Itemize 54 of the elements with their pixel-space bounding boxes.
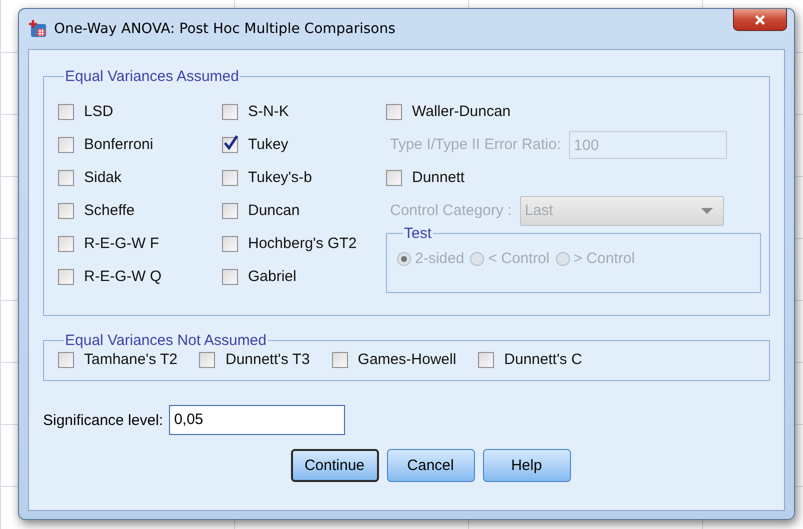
checkbox[interactable] [58,136,74,152]
checkbox[interactable] [222,202,238,218]
close-button[interactable] [733,9,787,31]
checkbox[interactable] [58,236,74,252]
input-field[interactable]: 0,05 [169,405,346,435]
checkbox-label: Sidak [84,169,122,186]
checkbox[interactable] [58,268,74,284]
checkbox[interactable] [58,352,74,368]
checkbox[interactable] [58,202,74,218]
checkbox-label: Tukey [248,136,288,153]
checkbox-label: Games-Howell [358,351,456,368]
checkbox[interactable] [222,268,238,284]
checkbox-label: Bonferroni [84,136,154,153]
checkbox[interactable] [199,352,216,368]
field-label: Significance level: [43,412,164,428]
dialog-button[interactable]: Help [482,449,570,482]
window-title: One-Way ANOVA: Post Hoc Multiple Comparisons [54,21,396,37]
checkbox-label: Dunnett [412,169,465,186]
radio-label: 2-sided [415,250,464,267]
checkbox[interactable] [332,352,348,368]
checkbox-label: Dunnett's T3 [225,351,310,368]
app-icon [28,19,48,39]
checkbox-label: Dunnett's C [504,351,582,368]
group-title: Equal Variances Not Assumed [64,332,268,349]
checkbox[interactable] [58,170,74,186]
dialog-button[interactable]: Cancel [386,449,474,482]
radio-label: < Control [488,250,550,267]
dialog-button[interactable]: Continue [290,449,378,482]
checkbox-label: R-E-G-W Q [84,268,162,285]
checkbox-label: Tamhane's T2 [84,351,178,368]
checkbox-label: Tukey's-b [248,169,312,186]
checkbox-label: LSD [84,103,114,120]
checkbox-label: Hochberg's GT2 [248,235,357,252]
radio-label: > Control [574,250,635,267]
group-title: Equal Variances Assumed [64,68,240,85]
checkbox[interactable] [222,236,238,252]
close-icon [754,14,766,24]
checkbox[interactable] [386,170,402,186]
checkbox-label: Gabriel [248,268,296,285]
field-label: Control Category : [390,202,512,219]
checkbox[interactable] [222,104,238,120]
checkbox-label: Waller-Duncan [412,103,511,120]
group-title: Test [403,225,433,242]
checkbox-label: R-E-G-W F [84,235,159,252]
checkbox-label: S-N-K [248,103,289,120]
field-label: Type I/Type II Error Ratio: [390,136,561,153]
checkbox[interactable] [386,104,402,120]
checkbox-label: Duncan [248,202,300,219]
checkbox-label: Scheffe [84,202,135,219]
checkbox[interactable] [58,104,74,120]
checkbox[interactable] [222,170,238,186]
checkbox[interactable] [222,136,238,152]
checkbox[interactable] [478,352,494,368]
caret-icon [700,208,713,214]
